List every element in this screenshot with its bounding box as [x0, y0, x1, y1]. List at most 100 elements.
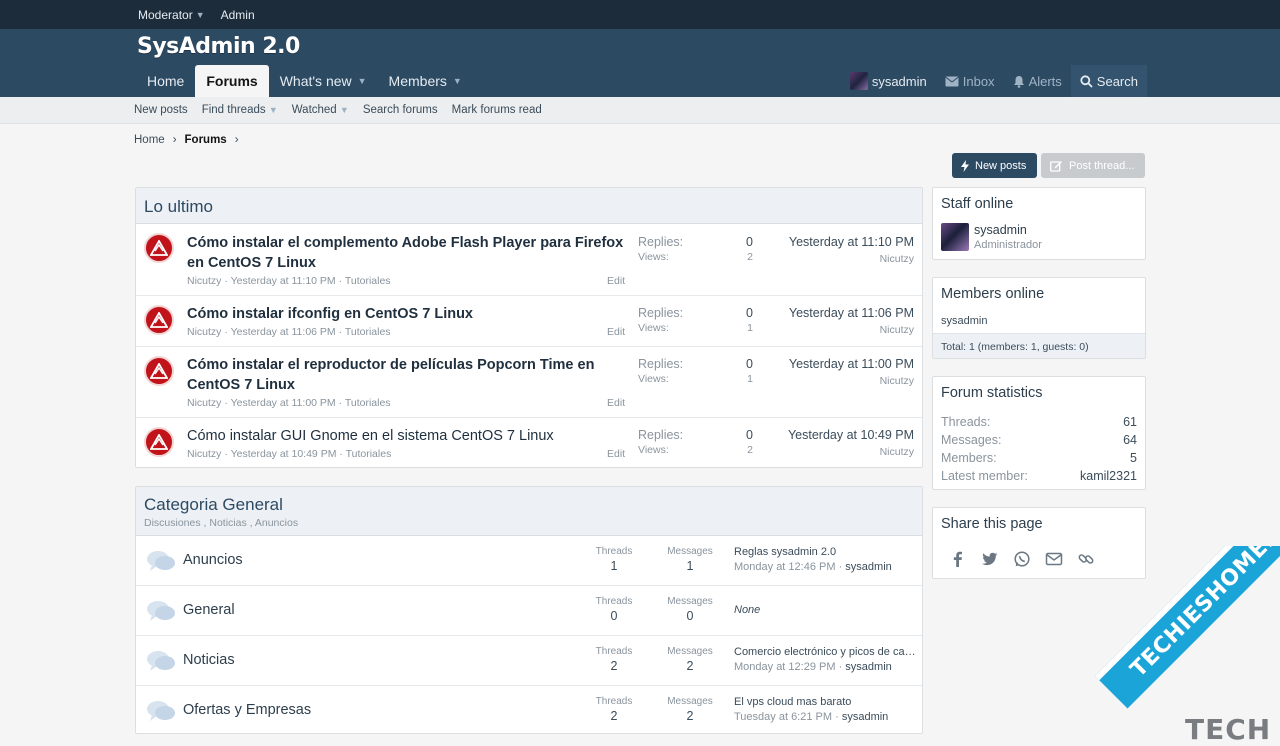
avatar	[849, 72, 868, 90]
thread-title[interactable]: Cómo instalar GUI Gnome en el sistema Ce…	[187, 426, 627, 446]
admin-link[interactable]: Admin	[221, 8, 255, 22]
forum-last-post: Comercio electrónico y picos de carga Mo…	[734, 646, 919, 673]
forum-threads-stat: Threads 2	[595, 696, 633, 723]
email-icon[interactable]	[1045, 550, 1063, 568]
forum-avatar-icon[interactable]	[144, 427, 174, 457]
subnav-watched[interactable]: Watched ▼	[292, 104, 349, 116]
post-thread-button[interactable]: Post thread...	[1041, 153, 1145, 178]
edit-link[interactable]: Edit	[607, 326, 625, 338]
subnav-mark-read[interactable]: Mark forums read	[452, 104, 542, 116]
new-posts-button[interactable]: New posts	[952, 153, 1037, 178]
moderator-menu[interactable]: Moderator ▼	[138, 8, 205, 22]
avatar[interactable]	[941, 223, 969, 251]
chevron-down-icon: ▼	[268, 105, 278, 115]
main-nav: Home Forums What's new ▼ Members ▼	[136, 65, 473, 97]
forum-avatar-icon[interactable]	[144, 356, 174, 386]
watermark-dark-text: TECH	[1185, 713, 1272, 746]
forum-row: General Threads 0 Messages 0 None	[136, 586, 922, 636]
widget-title: Members online	[941, 286, 1045, 302]
edit-link[interactable]: Edit	[607, 397, 625, 409]
latest-threads-block: Lo ultimo Cómo instalar el complemento A…	[135, 187, 923, 468]
bell-icon	[1013, 75, 1024, 88]
latest-member-link[interactable]: kamil2321	[1080, 467, 1137, 485]
block-title[interactable]: Lo ultimo	[136, 188, 922, 224]
thread-last-post: Yesterday at 11:06 PM Nicutzy	[788, 306, 914, 336]
forum-row: Ofertas y Empresas Threads 2 Messages 2 El…	[136, 686, 922, 736]
search-button[interactable]: Search	[1070, 65, 1147, 97]
thread-stats: Replies: 0 Views: 1	[638, 357, 753, 385]
forum-avatar-icon[interactable]	[144, 233, 174, 263]
share-widget: Share this page	[932, 507, 1146, 579]
edit-link[interactable]: Edit	[607, 275, 625, 287]
stat-row: Members: 5	[941, 451, 1137, 465]
share-icons	[949, 550, 1095, 568]
thread-row: Cómo instalar el reproductor de película…	[136, 347, 922, 418]
category-block: Categoria General Discusiones , Noticias…	[135, 486, 923, 734]
forum-messages-stat: Messages 1	[667, 546, 713, 573]
breadcrumb-home[interactable]: Home	[134, 134, 165, 146]
chevron-right-icon: ›	[172, 134, 177, 146]
inbox-button[interactable]: Inbox	[936, 65, 1004, 97]
tab-whats-new[interactable]: What's new ▼	[269, 65, 378, 97]
thread-stats: Replies: 0 Views: 2	[638, 235, 753, 263]
online-member-link[interactable]: sysadmin	[941, 315, 987, 327]
subforum-links[interactable]: Discusiones , Noticias , Anuncios	[144, 517, 914, 529]
chevron-down-icon[interactable]: ▼	[358, 76, 367, 86]
subnav-search-forums[interactable]: Search forums	[363, 104, 438, 116]
tab-members[interactable]: Members ▼	[378, 65, 473, 97]
forum-name[interactable]: Ofertas y Empresas	[183, 702, 311, 718]
staff-member: sysadmin Administrador	[941, 223, 1042, 251]
forum-last-post: El vps cloud mas barato Tuesday at 6:21 …	[734, 696, 889, 723]
category-title[interactable]: Categoria General	[144, 495, 914, 515]
edit-link[interactable]: Edit	[607, 448, 625, 460]
stat-row: Latest member: kamil2321	[941, 467, 1137, 485]
tab-home[interactable]: Home	[136, 65, 195, 97]
subnav-find-threads[interactable]: Find threads ▼	[202, 104, 278, 116]
thread-row: Cómo instalar ifconfig en CentOS 7 Linux…	[136, 296, 922, 347]
thread-last-post: Yesterday at 11:10 PM Nicutzy	[788, 235, 914, 265]
forum-name[interactable]: Anuncios	[183, 552, 243, 568]
forum-row: Anuncios Threads 1 Messages 1 Reglas sysad…	[136, 536, 922, 586]
chat-bubbles-icon	[147, 651, 175, 671]
forum-avatar-icon[interactable]	[144, 305, 174, 335]
stat-row: Messages: 64	[941, 433, 1137, 447]
forum-name[interactable]: Noticias	[183, 652, 235, 668]
members-online-widget: Members online sysadmin Total: 1 (member…	[932, 277, 1146, 359]
breadcrumb: Home › Forums ›	[134, 134, 239, 146]
chevron-down-icon[interactable]: ▼	[453, 76, 462, 86]
staff-name[interactable]: sysadmin	[974, 223, 1042, 237]
widget-title: Staff online	[941, 196, 1014, 212]
thread-title[interactable]: Cómo instalar el complemento Adobe Flash…	[187, 233, 627, 273]
thread-meta: Nicutzy · Yesterday at 11:06 PM · Tutori…	[187, 326, 391, 338]
site-logo[interactable]: SysAdmin 2.0	[137, 34, 300, 59]
category-header: Categoria General Discusiones , Noticias…	[136, 487, 922, 536]
forum-messages-stat: Messages 2	[667, 646, 713, 673]
forum-name[interactable]: General	[183, 602, 235, 618]
thread-title[interactable]: Cómo instalar ifconfig en CentOS 7 Linux	[187, 304, 627, 324]
alerts-button[interactable]: Alerts	[1004, 65, 1071, 97]
staff-role: Administrador	[974, 239, 1042, 251]
chat-bubbles-icon	[147, 601, 175, 621]
facebook-icon[interactable]	[949, 550, 967, 568]
tab-forums[interactable]: Forums	[195, 65, 269, 97]
site-header: SysAdmin 2.0 Home Forums What's new ▼ Mem…	[0, 29, 1280, 97]
thread-title[interactable]: Cómo instalar el reproductor de película…	[187, 355, 627, 395]
stat-row: Threads: 61	[941, 415, 1137, 429]
twitter-icon[interactable]	[981, 550, 999, 568]
chevron-down-icon: ▼	[195, 9, 205, 20]
search-icon	[1080, 74, 1093, 88]
thread-meta: Nicutzy · Yesterday at 10:49 PM · Tutori…	[187, 448, 392, 460]
thread-row: Cómo instalar GUI Gnome en el sistema Ce…	[136, 418, 922, 468]
bolt-icon	[961, 159, 969, 172]
thread-last-post: Yesterday at 10:49 PM Nicutzy	[787, 428, 914, 458]
widget-title: Share this page	[941, 516, 1043, 532]
account-menu[interactable]: sysadmin	[841, 65, 936, 97]
forum-messages-stat: Messages 0	[667, 596, 713, 623]
sub-nav: New posts Find threads ▼ Watched ▼ Searc…	[0, 97, 1280, 124]
thread-stats: Replies: 0 Views: 2	[638, 428, 753, 456]
breadcrumb-forums[interactable]: Forums	[185, 134, 227, 146]
subnav-new-posts[interactable]: New posts	[134, 104, 188, 116]
whatsapp-icon[interactable]	[1013, 550, 1031, 568]
forum-threads-stat: Threads 2	[595, 646, 633, 673]
link-icon[interactable]	[1077, 550, 1095, 568]
